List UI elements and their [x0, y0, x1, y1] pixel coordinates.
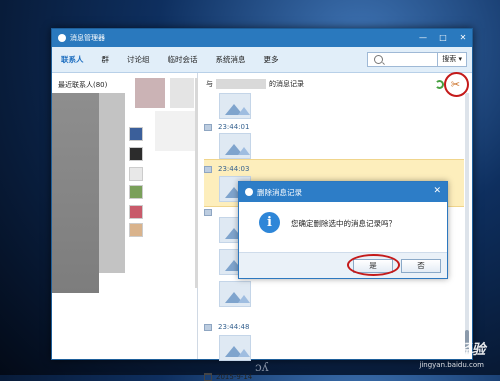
tab-discussions[interactable]: 讨论组 — [118, 47, 159, 72]
bottom-partial-text: ɔʎ — [255, 360, 269, 374]
search-box: 搜索 ▾ — [367, 52, 467, 67]
message-marker-icon — [204, 209, 212, 216]
tab-system-messages[interactable]: 系统消息 — [207, 47, 255, 72]
maximize-button[interactable]: □ — [438, 32, 448, 44]
records-header: 与 的消息记录 — [206, 79, 304, 89]
title-bar[interactable]: 消息管理器 — □ ✕ — [52, 29, 472, 47]
minimize-button[interactable]: — — [418, 32, 428, 44]
contacts-panel: 最近联系人(80) — [52, 73, 198, 359]
avatar[interactable] — [129, 127, 143, 141]
baidu-watermark-logo: Bai du 经验 — [398, 342, 486, 358]
recent-contacts-label[interactable]: 最近联系人(80) — [58, 80, 107, 90]
close-button[interactable]: ✕ — [458, 32, 468, 44]
blurred-region — [155, 111, 195, 151]
image-placeholder-icon — [219, 281, 251, 307]
avatar[interactable] — [129, 147, 143, 161]
blurred-region — [170, 78, 194, 108]
avatar[interactable] — [129, 223, 143, 237]
date-row: 2015-9-14 — [204, 373, 252, 381]
dialog-footer: 是 否 — [239, 252, 447, 278]
message-marker-icon — [204, 124, 212, 131]
message-marker-icon — [204, 166, 212, 173]
image-placeholder-icon — [219, 93, 251, 119]
message-item[interactable]: 23:44:01 — [204, 91, 464, 159]
window-controls: — □ ✕ — [418, 32, 468, 44]
info-icon: i — [259, 212, 280, 233]
dialog-title: 删除消息记录 — [257, 187, 302, 197]
records-header-suffix: 的消息记录 — [269, 80, 304, 88]
message-time: 23:44:01 — [218, 123, 250, 131]
dialog-message: 您确定删除选中的消息记录吗？ — [291, 219, 396, 228]
search-icon — [374, 55, 383, 64]
tab-contacts[interactable]: 联系人 — [52, 47, 93, 72]
tab-temp-sessions[interactable]: 临时会话 — [159, 47, 207, 72]
avatar[interactable] — [129, 205, 143, 219]
message-time: 23:44:03 — [218, 165, 250, 173]
nav-bar: 联系人 群 讨论组 临时会话 系统消息 更多 搜索 ▾ — [52, 47, 472, 73]
blurred-contact-list — [99, 93, 125, 273]
records-header-prefix: 与 — [206, 80, 213, 88]
window-title: 消息管理器 — [70, 34, 105, 42]
avatar[interactable] — [129, 185, 143, 199]
records-scrollbar[interactable] — [465, 93, 469, 355]
message-time: 23:44:48 — [218, 323, 250, 331]
tab-groups[interactable]: 群 — [93, 47, 119, 72]
qq-logo-icon — [58, 34, 66, 42]
dialog-title-bar[interactable]: 删除消息记录 ✕ — [239, 182, 447, 202]
annotation-circle — [347, 254, 400, 276]
refresh-icon[interactable] — [435, 80, 444, 89]
blurred-contact-list — [52, 93, 99, 293]
image-placeholder-icon — [219, 133, 251, 159]
image-placeholder-icon — [219, 335, 251, 361]
calendar-icon[interactable] — [204, 373, 212, 381]
blurred-avatar — [135, 78, 165, 108]
message-marker-icon — [204, 324, 212, 331]
qq-logo-icon — [245, 188, 253, 196]
avatar[interactable] — [129, 167, 143, 181]
delete-confirm-dialog: 删除消息记录 ✕ i 您确定删除选中的消息记录吗？ 是 否 — [238, 181, 448, 279]
tab-more[interactable]: 更多 — [255, 47, 288, 72]
record-date: 2015-9-14 — [216, 373, 253, 381]
dialog-close-button[interactable]: ✕ — [433, 185, 441, 197]
blurred-contact-name — [216, 79, 266, 89]
search-input[interactable] — [387, 55, 436, 64]
no-button[interactable]: 否 — [401, 259, 441, 273]
watermark-url: jingyan.baidu.com — [419, 361, 484, 369]
search-button[interactable]: 搜索 ▾ — [437, 53, 466, 66]
